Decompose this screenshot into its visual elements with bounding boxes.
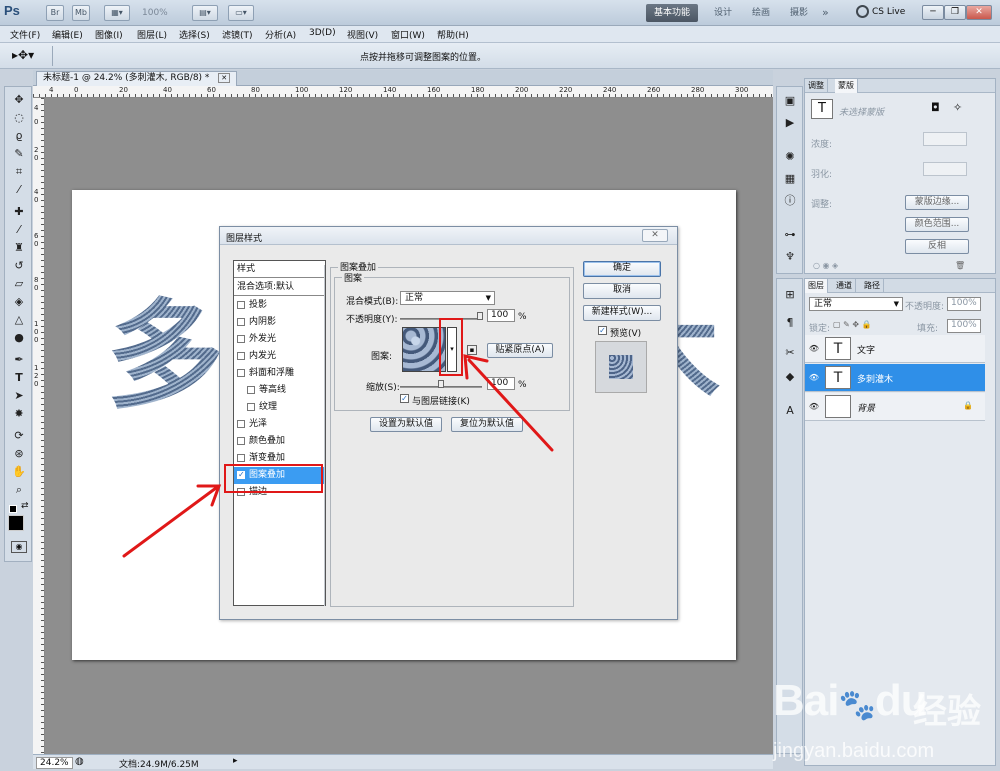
paw-icon: 🐾 xyxy=(838,689,875,722)
watermark-cn: 经验 xyxy=(913,692,981,732)
watermark-url: jingyan.baidu.com xyxy=(773,740,935,762)
annotation-arrow-2 xyxy=(467,358,554,452)
annotation-arrow-1 xyxy=(122,486,218,558)
annotation-arrows xyxy=(122,354,554,558)
watermark-brand: Bai🐾du xyxy=(773,676,928,725)
baidu-watermark: Bai🐾du 经验 jingyan.baidu.com xyxy=(765,660,995,770)
